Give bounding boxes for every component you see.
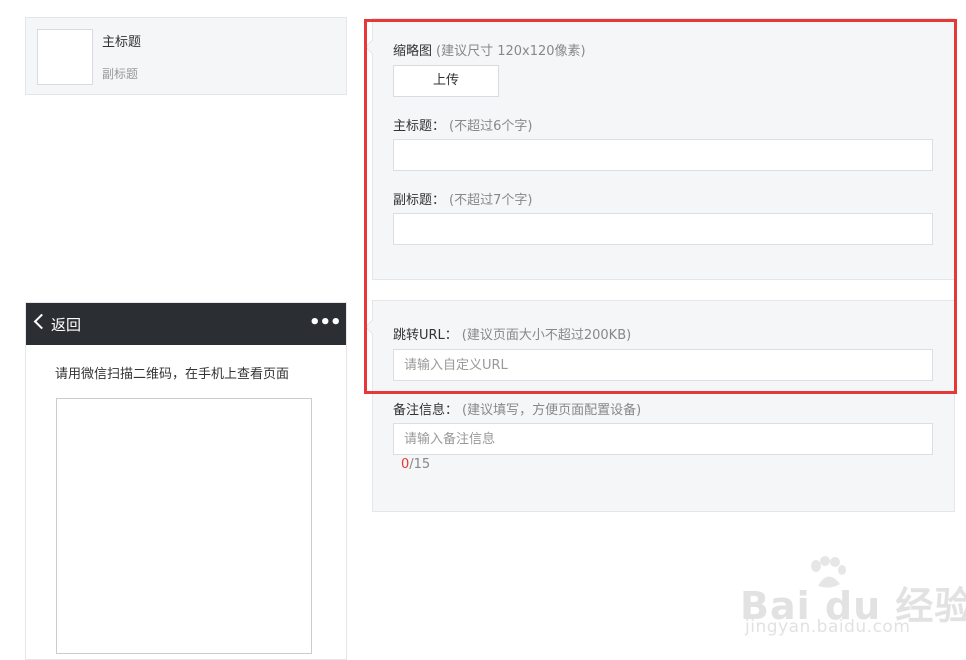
thumbnail-label-row: 缩略图 (建议尺寸 120x120像素) bbox=[393, 40, 586, 59]
sub-title-label: 副标题： bbox=[393, 193, 446, 208]
phone-preview: 返回 ••• 请用微信扫描二维码，在手机上查看页面 bbox=[25, 302, 347, 660]
jump-url-input[interactable] bbox=[393, 349, 933, 381]
sub-title-label-row: 副标题： (不超过7个字) bbox=[393, 189, 532, 208]
remark-label: 备注信息： bbox=[393, 403, 459, 418]
jump-url-hint: (建议页面大小不超过200KB) bbox=[461, 328, 632, 343]
counter-max: /15 bbox=[409, 457, 431, 472]
remark-hint: (建议填写，方便页面配置设备) bbox=[462, 403, 642, 418]
main-title-hint: (不超过6个字) bbox=[449, 119, 533, 134]
more-dots-icon[interactable]: ••• bbox=[309, 314, 342, 332]
article-preview-card: 主标题 副标题 bbox=[25, 17, 347, 95]
scan-instruction: 请用微信扫描二维码，在手机上查看页面 bbox=[55, 367, 290, 382]
preview-title: 主标题 bbox=[102, 35, 142, 50]
sub-title-input[interactable] bbox=[393, 213, 933, 245]
main-title-label: 主标题： bbox=[393, 119, 446, 134]
thumbnail-hint: (建议尺寸 120x120像素) bbox=[436, 44, 586, 59]
main-title-label-row: 主标题： (不超过6个字) bbox=[393, 115, 532, 134]
watermark-url: jingyan.baidu.com bbox=[745, 617, 911, 637]
back-chevron-icon[interactable] bbox=[33, 313, 50, 330]
qr-code-area bbox=[56, 398, 312, 654]
phone-nav-bar: 返回 ••• bbox=[26, 303, 346, 345]
remark-input[interactable] bbox=[393, 423, 933, 455]
remark-label-row: 备注信息： (建议填写，方便页面配置设备) bbox=[393, 399, 641, 418]
thumbnail-label: 缩略图 bbox=[393, 44, 433, 59]
back-button[interactable]: 返回 bbox=[51, 314, 81, 335]
preview-subtitle: 副标题 bbox=[102, 67, 139, 81]
sub-title-hint: (不超过7个字) bbox=[449, 193, 533, 208]
remark-char-counter: 0/15 bbox=[401, 457, 430, 472]
main-title-input[interactable] bbox=[393, 139, 933, 171]
jump-url-label-row: 跳转URL： (建议页面大小不超过200KB) bbox=[393, 324, 631, 343]
upload-button[interactable]: 上传 bbox=[393, 65, 499, 97]
thumbnail-placeholder bbox=[37, 29, 93, 85]
jump-url-label: 跳转URL： bbox=[393, 328, 458, 343]
